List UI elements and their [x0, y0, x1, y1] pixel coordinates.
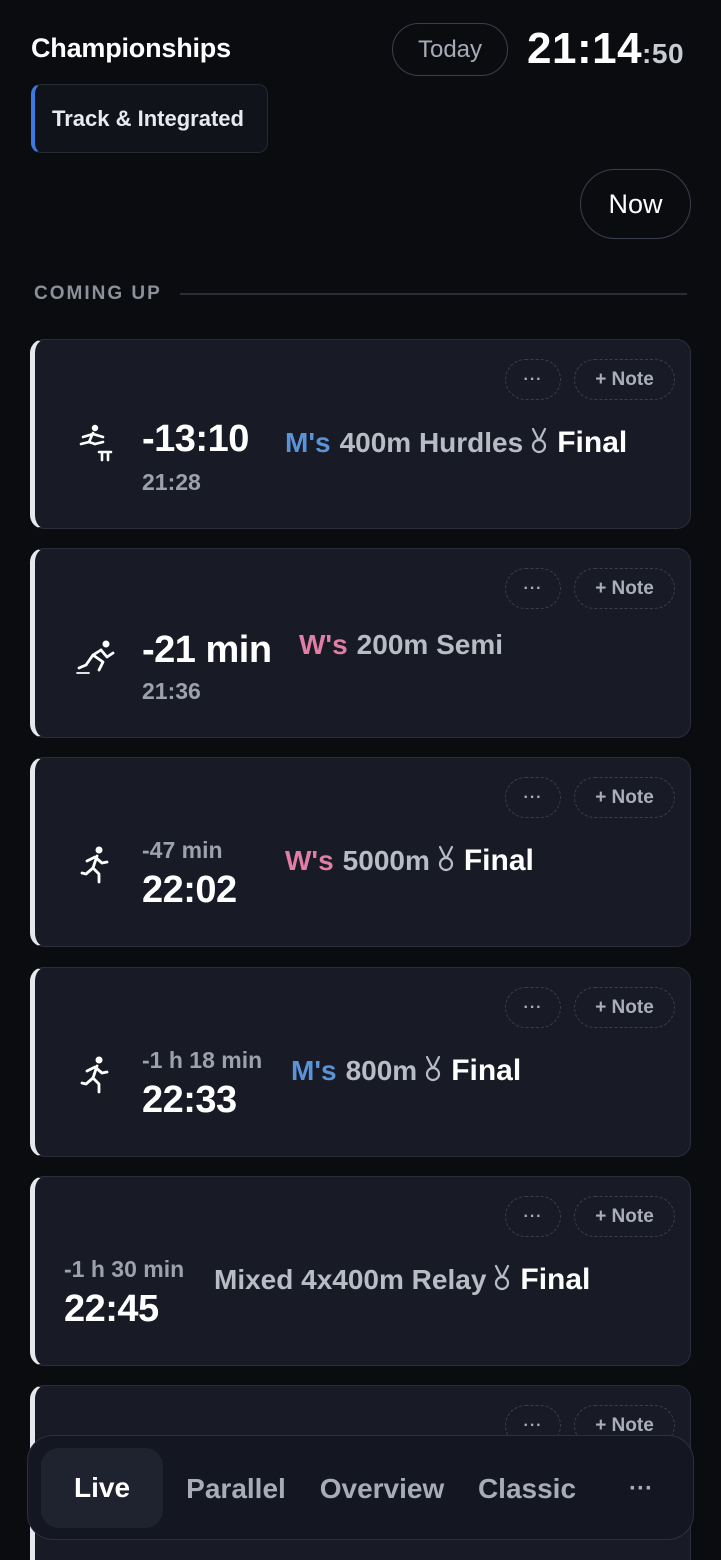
more-button[interactable]: ··· — [505, 359, 561, 400]
event-round: Final — [557, 426, 628, 459]
gender-label: W's — [285, 845, 334, 876]
countdown: -13:10 — [142, 418, 249, 460]
clock-hours-minutes: 21:14 — [527, 24, 643, 73]
start-time: 21:36 — [142, 678, 201, 704]
add-note-button[interactable]: + Note — [574, 1196, 675, 1237]
now-button[interactable]: Now — [580, 169, 691, 239]
medal-icon — [529, 427, 549, 455]
countdown: -21 min — [142, 629, 272, 671]
more-button[interactable]: ··· — [505, 777, 561, 818]
section-header-coming-up: COMING UP — [34, 283, 687, 305]
add-note-button[interactable]: + Note — [574, 359, 675, 400]
event-title: W's 200m Semi — [299, 629, 503, 661]
start-time: 21:28 — [142, 469, 201, 495]
medal-icon — [423, 1055, 443, 1083]
section-divider — [179, 293, 687, 295]
event-name: 5000m — [342, 845, 430, 876]
section-label: COMING UP — [34, 283, 162, 304]
gender-label: W's — [299, 629, 348, 660]
runner-icon — [73, 844, 117, 888]
filter-chip-track-integrated[interactable]: Track & Integrated — [31, 84, 268, 153]
event-title: M's 400m Hurdles Final — [285, 424, 627, 460]
event-title: W's 5000m Final — [285, 842, 534, 878]
clock-seconds: :50 — [642, 38, 685, 69]
nav-overview[interactable]: Overview — [312, 1436, 452, 1541]
add-note-button[interactable]: + Note — [574, 777, 675, 818]
event-round: Final — [520, 1263, 591, 1296]
add-note-button[interactable]: + Note — [574, 568, 675, 609]
event-round: Final — [451, 1054, 522, 1087]
runner-icon — [73, 1054, 117, 1098]
nav-parallel[interactable]: Parallel — [178, 1436, 294, 1541]
medal-icon — [492, 1264, 512, 1292]
bottom-nav: Live Parallel Overview Classic ··· — [27, 1435, 694, 1540]
medal-icon — [436, 845, 456, 873]
gender-label: M's — [291, 1055, 337, 1086]
start-time: 22:45 — [64, 1288, 159, 1330]
start-time: 22:33 — [142, 1079, 237, 1121]
event-card[interactable]: ··· + Note -21 min 21:36 W's 200m Semi — [30, 548, 691, 738]
event-round: Final — [463, 844, 534, 877]
today-button[interactable]: Today — [392, 23, 508, 76]
add-note-button[interactable]: + Note — [574, 987, 675, 1028]
more-button[interactable]: ··· — [505, 987, 561, 1028]
event-title: Mixed 4x400m Relay Final — [214, 1261, 590, 1297]
hurdles-icon — [73, 420, 117, 464]
event-name: 200m Semi — [356, 629, 503, 660]
countdown: -47 min — [142, 837, 223, 863]
current-time: 21:14:50 — [527, 24, 684, 74]
countdown: -1 h 18 min — [142, 1047, 263, 1073]
event-name: Mixed 4x400m Relay — [214, 1264, 487, 1295]
app-root: Championships Today 21:14:50 Track & Int… — [0, 0, 721, 1560]
start-time: 22:02 — [142, 869, 237, 911]
nav-more-button[interactable]: ··· — [608, 1436, 674, 1541]
event-card[interactable]: ··· + Note -13:10 21:28 M's 400m Hurdles… — [30, 339, 691, 529]
more-button[interactable]: ··· — [505, 1196, 561, 1237]
event-card[interactable]: ··· + Note -47 min 22:02 W's 5000m Final — [30, 757, 691, 947]
countdown: -1 h 30 min — [64, 1256, 185, 1282]
event-name: 800m — [345, 1055, 418, 1086]
nav-classic[interactable]: Classic — [470, 1436, 584, 1541]
sprinter-icon — [73, 635, 117, 679]
more-button[interactable]: ··· — [505, 568, 561, 609]
event-card[interactable]: ··· + Note -1 h 18 min 22:33 M's 800m Fi… — [30, 967, 691, 1157]
event-card[interactable]: ··· + Note -1 h 30 min 22:45 Mixed 4x400… — [30, 1176, 691, 1366]
page-title: Championships — [31, 33, 231, 63]
event-title: M's 800m Final — [291, 1052, 521, 1088]
event-name: 400m Hurdles — [339, 427, 524, 458]
nav-live[interactable]: Live — [41, 1448, 163, 1528]
gender-label: M's — [285, 427, 331, 458]
